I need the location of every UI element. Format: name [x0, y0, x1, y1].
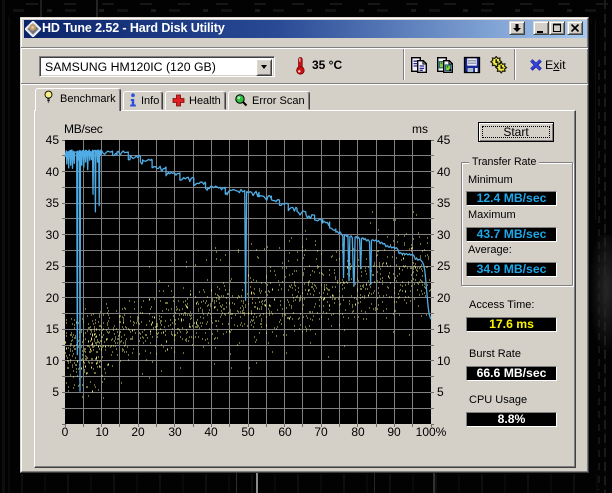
svg-text:10: 10: [437, 354, 451, 368]
svg-text:20: 20: [437, 291, 451, 305]
svg-text:20: 20: [131, 425, 145, 439]
svg-text:30: 30: [437, 228, 451, 242]
svg-text:100%: 100%: [416, 425, 447, 439]
svg-text:10: 10: [95, 425, 109, 439]
svg-text:40: 40: [46, 165, 60, 179]
svg-text:40: 40: [204, 425, 218, 439]
svg-text:80: 80: [351, 425, 365, 439]
svg-text:35: 35: [46, 196, 60, 210]
svg-text:30: 30: [46, 228, 60, 242]
svg-text:5: 5: [52, 385, 59, 399]
svg-text:15: 15: [46, 322, 60, 336]
svg-text:70: 70: [314, 425, 328, 439]
svg-text:45: 45: [46, 133, 60, 147]
svg-text:90: 90: [387, 425, 401, 439]
svg-text:40: 40: [437, 165, 451, 179]
svg-text:35: 35: [437, 196, 451, 210]
svg-text:30: 30: [168, 425, 182, 439]
svg-text:0: 0: [62, 425, 69, 439]
svg-text:15: 15: [437, 322, 451, 336]
svg-text:50: 50: [241, 425, 255, 439]
svg-text:10: 10: [46, 354, 60, 368]
svg-text:60: 60: [278, 425, 292, 439]
svg-text:ms: ms: [412, 122, 428, 136]
svg-text:MB/sec: MB/sec: [64, 122, 103, 136]
svg-text:25: 25: [46, 259, 60, 273]
svg-text:45: 45: [437, 133, 451, 147]
svg-text:20: 20: [46, 291, 60, 305]
svg-text:5: 5: [437, 385, 444, 399]
svg-text:25: 25: [437, 259, 451, 273]
